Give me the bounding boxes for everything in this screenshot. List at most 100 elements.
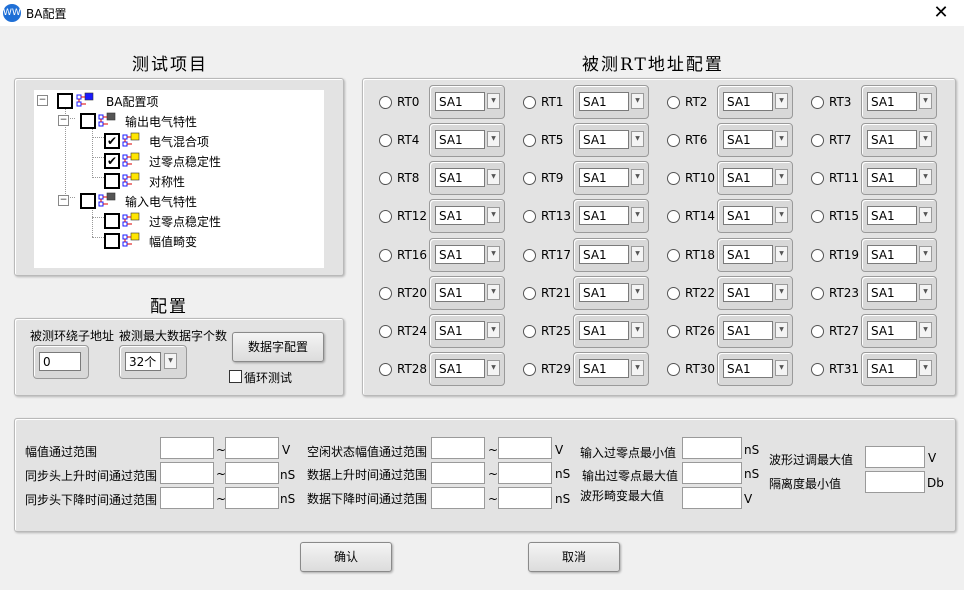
chevron-down-icon[interactable]: ▼ (487, 284, 500, 300)
idle-amp-max-input[interactable] (498, 437, 552, 459)
rt-subaddr-select[interactable]: SA1 (723, 130, 773, 149)
chevron-down-icon[interactable]: ▼ (775, 360, 788, 376)
chevron-down-icon[interactable]: ▼ (487, 169, 500, 185)
rt-subaddr-select[interactable]: SA1 (579, 283, 629, 302)
rt-subaddr-select[interactable]: SA1 (579, 168, 629, 187)
rt-radio[interactable] (379, 325, 392, 338)
chevron-down-icon[interactable]: ▼ (631, 322, 644, 338)
tree-node-checkbox[interactable] (57, 93, 73, 109)
rt-subaddr-select[interactable]: SA1 (579, 130, 629, 149)
sync-rise-max-input[interactable] (225, 462, 279, 484)
tree-node-checkbox[interactable] (104, 213, 120, 229)
rt-radio[interactable] (811, 325, 824, 338)
chevron-down-icon[interactable]: ▼ (919, 322, 932, 338)
rt-radio[interactable] (523, 134, 536, 147)
rt-subaddr-select[interactable]: SA1 (867, 168, 917, 187)
chevron-down-icon[interactable]: ▼ (775, 322, 788, 338)
rt-radio[interactable] (379, 363, 392, 376)
chevron-down-icon[interactable]: ▼ (631, 169, 644, 185)
loop-test-checkbox[interactable] (229, 370, 242, 383)
tree-node-checkbox[interactable] (80, 193, 96, 209)
expander-icon[interactable]: − (37, 95, 48, 106)
rt-subaddr-select[interactable]: SA1 (867, 321, 917, 340)
rt-radio[interactable] (811, 134, 824, 147)
rt-radio[interactable] (379, 287, 392, 300)
chevron-down-icon[interactable]: ▼ (775, 169, 788, 185)
isolation-min-input[interactable] (865, 471, 925, 493)
tree-node[interactable]: − 输入电气特性 (34, 192, 324, 210)
rt-subaddr-select[interactable]: SA1 (723, 92, 773, 111)
wave-distort-max-input[interactable] (682, 487, 742, 509)
rt-subaddr-select[interactable]: SA1 (723, 245, 773, 264)
chevron-down-icon[interactable]: ▼ (775, 207, 788, 223)
chevron-down-icon[interactable]: ▼ (919, 246, 932, 262)
rt-radio[interactable] (379, 134, 392, 147)
rt-radio[interactable] (667, 363, 680, 376)
rt-radio[interactable] (667, 172, 680, 185)
amp-range-max-input[interactable] (225, 437, 279, 459)
rt-radio[interactable] (811, 210, 824, 223)
chevron-down-icon[interactable]: ▼ (487, 207, 500, 223)
chevron-down-icon[interactable]: ▼ (631, 360, 644, 376)
chevron-down-icon[interactable]: ▼ (164, 353, 177, 369)
chevron-down-icon[interactable]: ▼ (919, 207, 932, 223)
chevron-down-icon[interactable]: ▼ (487, 131, 500, 147)
in-zero-min-input[interactable] (682, 437, 742, 459)
chevron-down-icon[interactable]: ▼ (919, 169, 932, 185)
chevron-down-icon[interactable]: ▼ (919, 360, 932, 376)
rt-radio[interactable] (667, 134, 680, 147)
chevron-down-icon[interactable]: ▼ (631, 246, 644, 262)
tree-node[interactable]: − BA配置项 (34, 92, 324, 110)
rt-subaddr-select[interactable]: SA1 (579, 359, 629, 378)
rt-radio[interactable] (667, 249, 680, 262)
rt-radio[interactable] (379, 210, 392, 223)
chevron-down-icon[interactable]: ▼ (487, 360, 500, 376)
rt-subaddr-select[interactable]: SA1 (435, 245, 485, 264)
rt-radio[interactable] (523, 210, 536, 223)
rt-subaddr-select[interactable]: SA1 (867, 283, 917, 302)
tree-node[interactable]: − 输出电气特性 (34, 112, 324, 130)
rt-subaddr-select[interactable]: SA1 (435, 321, 485, 340)
chevron-down-icon[interactable]: ▼ (775, 93, 788, 109)
data-fall-min-input[interactable] (431, 487, 485, 509)
sync-rise-min-input[interactable] (160, 462, 214, 484)
rt-subaddr-select[interactable]: SA1 (723, 359, 773, 378)
chevron-down-icon[interactable]: ▼ (631, 93, 644, 109)
rt-radio[interactable] (523, 363, 536, 376)
expander-icon[interactable]: − (58, 195, 69, 206)
out-zero-max-input[interactable] (682, 462, 742, 484)
rt-subaddr-select[interactable]: SA1 (579, 206, 629, 225)
rt-subaddr-select[interactable]: SA1 (867, 206, 917, 225)
tree-node-checkbox[interactable] (80, 113, 96, 129)
rt-radio[interactable] (667, 96, 680, 109)
rt-radio[interactable] (811, 287, 824, 300)
dataword-config-button[interactable]: 数据字配置 (232, 332, 324, 362)
rt-subaddr-select[interactable]: SA1 (435, 130, 485, 149)
tree-node[interactable]: 对称性 (34, 172, 324, 190)
close-button[interactable]: ✕ (918, 0, 964, 26)
chevron-down-icon[interactable]: ▼ (775, 284, 788, 300)
sync-fall-min-input[interactable] (160, 487, 214, 509)
chevron-down-icon[interactable]: ▼ (775, 246, 788, 262)
rt-subaddr-select[interactable]: SA1 (435, 359, 485, 378)
rt-subaddr-select[interactable]: SA1 (435, 92, 485, 111)
tree-node[interactable]: ✔ 过零点稳定性 (34, 152, 324, 170)
rt-radio[interactable] (811, 249, 824, 262)
chevron-down-icon[interactable]: ▼ (487, 246, 500, 262)
rt-subaddr-select[interactable]: SA1 (435, 168, 485, 187)
chevron-down-icon[interactable]: ▼ (631, 284, 644, 300)
rt-radio[interactable] (523, 96, 536, 109)
rt-subaddr-select[interactable]: SA1 (867, 92, 917, 111)
idle-amp-min-input[interactable] (431, 437, 485, 459)
tree-node-checkbox[interactable] (104, 233, 120, 249)
tree-node-checkbox[interactable] (104, 173, 120, 189)
rt-subaddr-select[interactable]: SA1 (723, 283, 773, 302)
tree-node[interactable]: 幅值畸变 (34, 232, 324, 250)
tree-node-checkbox[interactable]: ✔ (104, 153, 120, 169)
rt-subaddr-select[interactable]: SA1 (723, 321, 773, 340)
rt-subaddr-select[interactable]: SA1 (867, 130, 917, 149)
ok-button[interactable]: 确认 (300, 542, 392, 572)
rt-subaddr-select[interactable]: SA1 (579, 92, 629, 111)
data-fall-max-input[interactable] (498, 487, 552, 509)
rt-radio[interactable] (523, 325, 536, 338)
